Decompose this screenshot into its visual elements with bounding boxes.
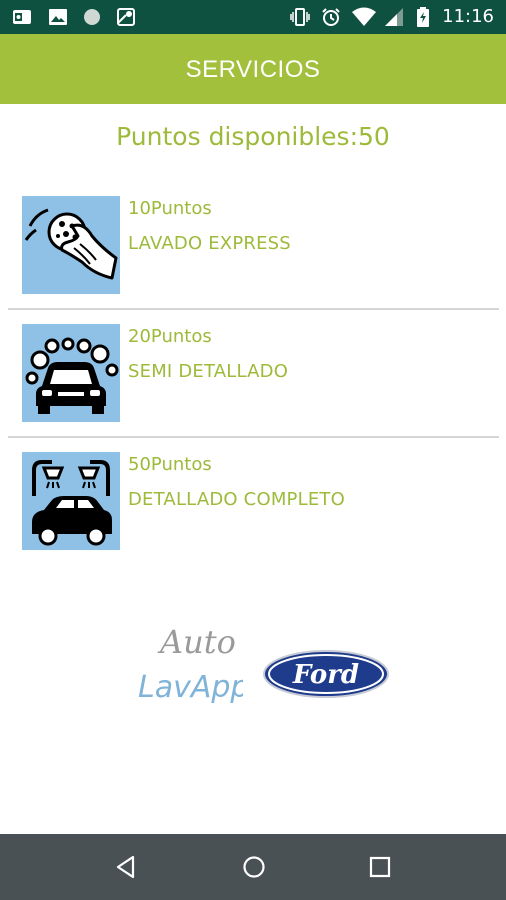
back-icon[interactable]	[113, 854, 139, 880]
hand-sponge-icon	[22, 196, 120, 294]
gallery-icon	[49, 9, 67, 25]
ford-logo-text: Ford	[292, 660, 359, 690]
service-item-detallado-completo[interactable]: 50Puntos DETALLADO COMPLETO	[0, 436, 506, 564]
recents-icon[interactable]	[367, 854, 393, 880]
clock-time: 11:16	[442, 6, 494, 27]
app-bar: SERVICIOS	[0, 34, 506, 104]
service-item-semi-detallado[interactable]: 20Puntos SEMI DETALLADO	[0, 308, 506, 436]
status-bar: 11:16	[0, 0, 506, 34]
vibrate-icon	[290, 8, 310, 26]
navigation-bar	[0, 834, 506, 900]
circle-app-icon	[84, 9, 100, 25]
car-shower-icon	[22, 452, 120, 550]
service-item-lavado-express[interactable]: 10Puntos LAVADO EXPRESS	[0, 180, 506, 308]
car-bubbles-icon	[22, 324, 120, 422]
service-points: 10Puntos	[128, 198, 212, 219]
service-points: 20Puntos	[128, 326, 212, 347]
outlook-icon	[13, 10, 31, 24]
autolavapp-logo-line2: LavApp	[138, 670, 243, 705]
points-available-label: Puntos disponibles:50	[116, 122, 390, 151]
alarm-icon	[322, 8, 340, 26]
autolavapp-logo: Auto LavApp	[138, 623, 243, 705]
ford-logo: Ford	[263, 650, 389, 698]
autolavapp-logo-line1: Auto	[157, 623, 236, 661]
home-icon[interactable]	[241, 854, 267, 880]
service-name: SEMI DETALLADO	[128, 361, 289, 382]
battery-icon	[417, 7, 429, 27]
service-name: DETALLADO COMPLETO	[128, 489, 345, 510]
wifi-icon	[352, 7, 376, 26]
page-title: SERVICIOS	[185, 56, 321, 83]
service-name: LAVADO EXPRESS	[128, 233, 291, 254]
service-points: 50Puntos	[128, 454, 212, 475]
maps-icon	[117, 8, 135, 26]
cell-signal-icon	[385, 8, 403, 26]
